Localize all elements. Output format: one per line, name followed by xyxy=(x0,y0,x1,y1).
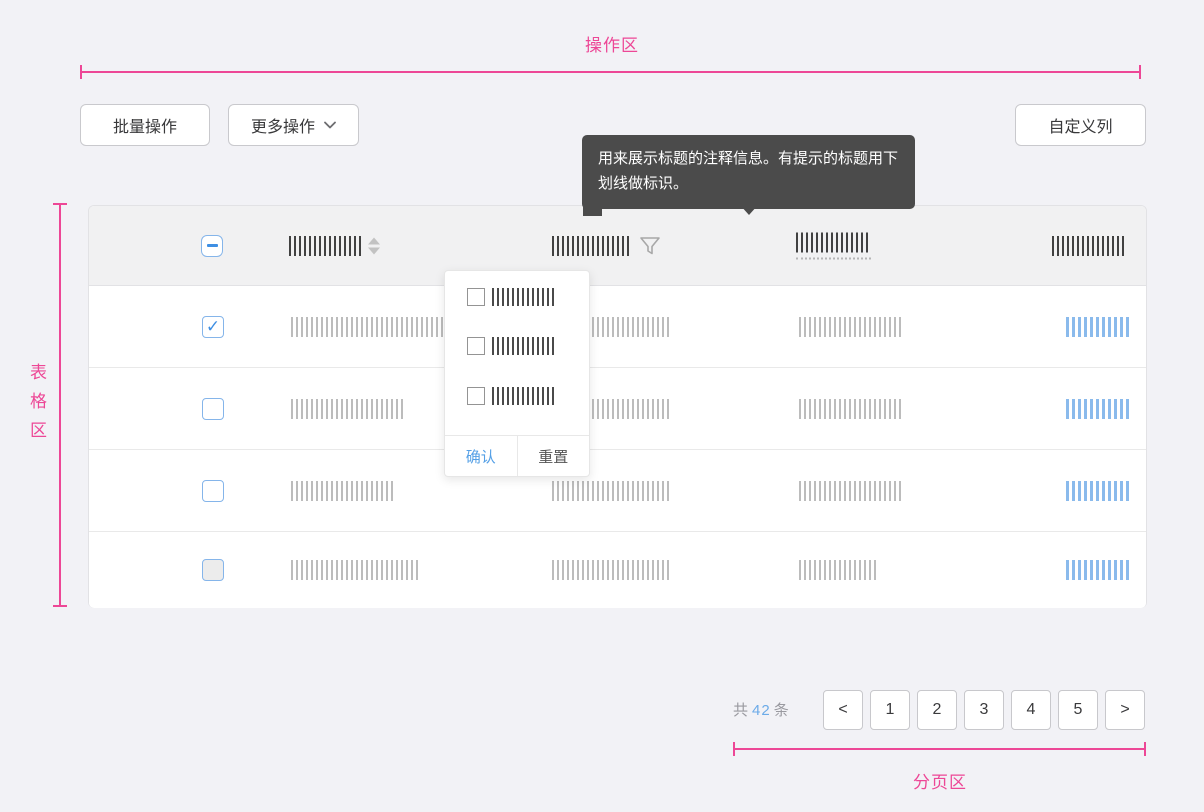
table-header-row xyxy=(89,206,1146,286)
table-row[interactable]: ✓ xyxy=(89,286,1146,367)
row4-checkbox[interactable] xyxy=(202,559,224,581)
filter-option-checkbox[interactable] xyxy=(467,387,485,405)
more-actions-button[interactable]: 更多操作 xyxy=(228,104,359,146)
table-row[interactable] xyxy=(89,368,1146,449)
filter-option-placeholder xyxy=(492,288,554,306)
batch-action-button[interactable]: 批量操作 xyxy=(80,104,210,146)
pagination-page-1[interactable]: 1 xyxy=(870,690,910,730)
batch-action-label: 批量操作 xyxy=(113,113,177,137)
pagination-page-3[interactable]: 3 xyxy=(964,690,1004,730)
pagination-prev-button[interactable]: < xyxy=(823,690,863,730)
customize-columns-button[interactable]: 自定义列 xyxy=(1015,104,1146,146)
row3-link-placeholder[interactable] xyxy=(1066,481,1130,501)
total-suffix: 条 xyxy=(774,702,790,719)
table: ✓ xyxy=(88,205,1147,608)
row3-col3-placeholder xyxy=(799,481,903,501)
select-all-checkbox[interactable] xyxy=(201,235,223,257)
header-col3-tooltip-target[interactable] xyxy=(796,232,871,259)
check-icon: ✓ xyxy=(206,318,220,335)
pagination-page-4[interactable]: 4 xyxy=(1011,690,1051,730)
filter-confirm-button[interactable]: 确认 xyxy=(445,436,518,476)
row3-col2-placeholder xyxy=(552,481,672,501)
sort-asc-icon xyxy=(368,237,380,244)
filter-option-placeholder xyxy=(492,337,554,355)
more-actions-label: 更多操作 xyxy=(251,113,315,137)
table-row[interactable] xyxy=(89,450,1146,531)
total-prefix: 共 xyxy=(733,702,749,719)
tooltip: 用来展示标题的注释信息。有提示的标题用下划线做标识。 xyxy=(582,135,915,209)
ruler-table-area xyxy=(59,203,61,607)
header-col2-placeholder xyxy=(552,236,629,256)
filter-option[interactable] xyxy=(467,337,554,355)
pagination-total: 共42条 xyxy=(733,699,790,720)
header-col4-placeholder xyxy=(1052,236,1127,256)
row4-col2-placeholder xyxy=(552,560,672,580)
header-col1-placeholder xyxy=(289,236,361,256)
design-spec-page: 操作区 批量操作 更多操作 自定义列 表格区 xyxy=(0,0,1204,812)
filter-dropdown-footer: 确认 重置 xyxy=(445,435,589,476)
tooltip-arrow-icon xyxy=(740,205,758,215)
header-col3-placeholder xyxy=(796,232,871,252)
ruler-pagination-area xyxy=(733,748,1146,750)
filter-option[interactable] xyxy=(467,288,554,306)
customize-columns-label: 自定义列 xyxy=(1048,113,1112,137)
row2-checkbox[interactable] xyxy=(202,398,224,420)
sort-desc-icon xyxy=(368,247,380,254)
row2-link-placeholder[interactable] xyxy=(1066,399,1130,419)
pagination-page-5[interactable]: 5 xyxy=(1058,690,1098,730)
annotation-pagination-area: 分页区 xyxy=(913,768,967,793)
sort-icon[interactable] xyxy=(368,237,380,254)
row3-col1-placeholder xyxy=(291,481,393,501)
row1-col1-placeholder xyxy=(291,317,446,337)
total-count: 42 xyxy=(749,702,774,719)
row3-checkbox[interactable] xyxy=(202,480,224,502)
filter-icon[interactable] xyxy=(639,235,661,257)
pagination-next-button[interactable]: > xyxy=(1105,690,1145,730)
filter-dropdown: 确认 重置 xyxy=(444,270,590,477)
pagination-page-2[interactable]: 2 xyxy=(917,690,957,730)
filter-option[interactable] xyxy=(467,387,554,405)
row4-link-placeholder[interactable] xyxy=(1066,560,1130,580)
filter-option-placeholder xyxy=(492,387,554,405)
filter-option-checkbox[interactable] xyxy=(467,337,485,355)
row1-checkbox[interactable]: ✓ xyxy=(202,316,224,338)
annotation-operation-area: 操作区 xyxy=(585,31,639,56)
row1-link-placeholder[interactable] xyxy=(1066,317,1130,337)
ruler-operation-area xyxy=(80,71,1141,73)
indeterminate-dash-icon xyxy=(207,244,218,247)
filter-reset-button[interactable]: 重置 xyxy=(518,436,590,476)
row2-col3-placeholder xyxy=(799,399,903,419)
row4-col3-placeholder xyxy=(799,560,876,580)
row2-col1-placeholder xyxy=(291,399,405,419)
annotation-table-area: 表格区 xyxy=(24,363,49,450)
chevron-down-icon xyxy=(324,121,336,129)
row1-col3-placeholder xyxy=(799,317,903,337)
filter-option-checkbox[interactable] xyxy=(467,288,485,306)
row4-col1-placeholder xyxy=(291,560,421,580)
table-row[interactable] xyxy=(89,532,1146,608)
